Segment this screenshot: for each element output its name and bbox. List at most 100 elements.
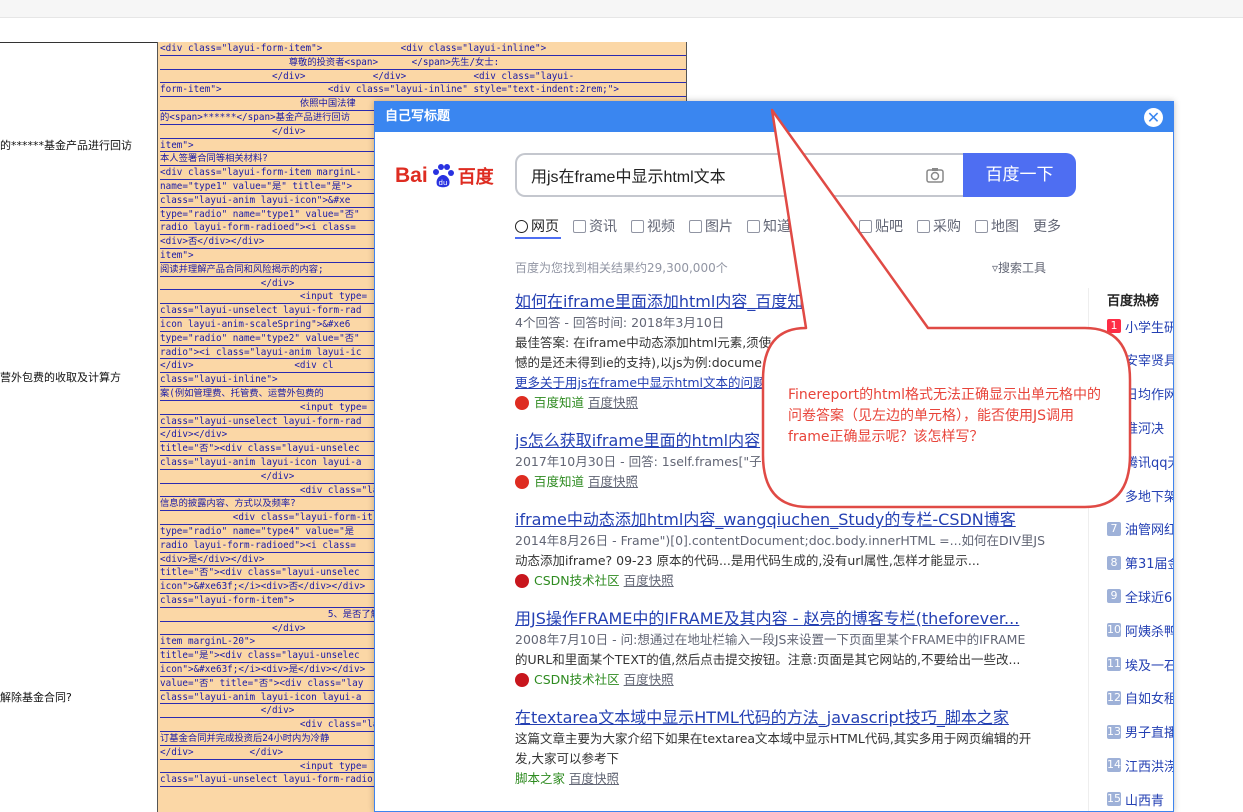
- search-box: [515, 153, 963, 197]
- hot-rank: 7: [1107, 521, 1121, 536]
- hot-list-item[interactable]: 1 小学生研: [1107, 316, 1174, 336]
- hot-label: 腾讯qq无: [1125, 455, 1173, 471]
- result-source: 百度知道 百度快照: [515, 472, 1055, 492]
- hot-label: 埃及一石: [1125, 658, 1174, 674]
- news-icon: [573, 219, 586, 233]
- tab-web[interactable]: 网页: [515, 216, 559, 236]
- hot-list-item[interactable]: 安宰贤具: [1107, 350, 1174, 370]
- hot-label: 男子直播: [1125, 726, 1174, 742]
- baidu-logo[interactable]: Bai du 百度: [395, 159, 494, 193]
- camera-icon[interactable]: [925, 165, 945, 185]
- tab-more[interactable]: 更多: [1033, 216, 1061, 236]
- hot-list-item[interactable]: 12 自如女租: [1107, 688, 1174, 708]
- hot-list-item[interactable]: 7 油管网红: [1107, 519, 1174, 539]
- tab-map[interactable]: 地图: [975, 216, 1019, 236]
- left-column: 的******基金产品进行回访 营外包费的收取及计算方 解除基金合同?: [0, 42, 157, 812]
- csdn-icon: [515, 574, 529, 588]
- close-icon[interactable]: ✕: [1144, 108, 1163, 127]
- search-result: iframe中动态添加html内容_wangqiuchen_Study的专栏-C…: [515, 509, 1055, 591]
- svg-text:du: du: [438, 179, 447, 187]
- tab-video[interactable]: 视频: [631, 216, 675, 236]
- hot-list-item[interactable]: 9 全球近6: [1107, 586, 1172, 606]
- hot-list-item[interactable]: 腾讯qq无: [1107, 451, 1173, 471]
- tab-hidden: [805, 216, 845, 236]
- search-button[interactable]: 百度一下: [963, 153, 1076, 197]
- hot-rank: 8: [1107, 555, 1121, 570]
- result-abstract: 最佳答案: 在iframe中动态添加html元素,须使: [515, 335, 772, 350]
- snapshot-link[interactable]: 百度快照: [624, 571, 674, 591]
- result-source: CSDN技术社区 百度快照: [515, 571, 1055, 591]
- csdn-icon: [515, 673, 529, 687]
- active-tab-underline: [515, 237, 561, 239]
- hot-rank: 12: [1107, 690, 1121, 705]
- snapshot-link[interactable]: 百度快照: [588, 393, 638, 413]
- result-count: 百度为您找到相关结果约29,300,000个: [515, 261, 728, 275]
- code-line: </div> </div> <div class="layui-: [160, 70, 686, 84]
- popup-title: 自己写标题: [375, 102, 1173, 132]
- search-result: 在textarea文本域中显示HTML代码的方法_javascript技巧_脚本…: [515, 707, 1055, 789]
- question-fragment: 营外包费的收取及计算方: [0, 371, 121, 384]
- result-abstract: 动态添加iframe? 09-23 原本的代码...是用代码生成的,没有url属…: [515, 553, 980, 568]
- hot-label: 淮河决: [1125, 421, 1165, 437]
- tab-image[interactable]: 图片: [689, 216, 733, 236]
- hot-list-item[interactable]: 多地下架: [1107, 485, 1174, 505]
- zhidao-icon: [515, 475, 529, 489]
- image-icon: [689, 219, 702, 233]
- hot-rank: 1: [1107, 319, 1121, 333]
- result-meta: 2014年8月26日 - Frame")[0].contentDocument;…: [515, 533, 1046, 548]
- code-line: <div class="layui-form-item"> <div class…: [160, 42, 686, 56]
- tab-zhidao[interactable]: 知道: [747, 216, 791, 236]
- result-abstract: 发,大家可以参考下: [515, 751, 619, 766]
- hot-rank: 14: [1107, 758, 1121, 773]
- tab-caigou[interactable]: 采购: [917, 216, 961, 236]
- paw-icon: du: [432, 164, 454, 188]
- result-title[interactable]: 如何在iframe里面添加html内容_百度知道: [515, 291, 1055, 313]
- search-tabs: 网页 资讯 视频 图片 知道 贴吧 采购 地图 更多: [515, 216, 1075, 236]
- hot-label: 自如女租: [1125, 692, 1174, 708]
- result-source: 脚本之家 百度快照: [515, 769, 1055, 789]
- hot-list-item[interactable]: 淮河决: [1107, 417, 1164, 437]
- top-toolbar: [0, 0, 1243, 18]
- search-icon: [515, 219, 528, 233]
- hot-rank: 11: [1107, 657, 1121, 671]
- result-meta: 4个回答 - 回答时间: 2018年3月10日: [515, 315, 725, 330]
- result-source: CSDN技术社区 百度快照: [515, 670, 1055, 690]
- hot-list-item[interactable]: 14 江西洪涝: [1107, 755, 1173, 775]
- hot-label: 油管网红: [1125, 523, 1174, 539]
- tab-news[interactable]: 资讯: [573, 216, 617, 236]
- snapshot-link[interactable]: 百度快照: [588, 472, 638, 492]
- hot-list-item[interactable]: 13 男子直播: [1107, 722, 1174, 742]
- result-title[interactable]: iframe中动态添加html内容_wangqiuchen_Study的专栏-C…: [515, 509, 1055, 531]
- hot-list-item[interactable]: 11 埃及一石: [1107, 654, 1174, 674]
- hot-label: 第31届金: [1125, 557, 1173, 573]
- search-input[interactable]: [531, 155, 921, 195]
- result-abstract: 憾的是还未得到ie的支持),以js为例:docume: [515, 355, 762, 370]
- hot-label: 阿姨杀鸭: [1125, 624, 1174, 640]
- hot-label: 多地下架: [1125, 489, 1174, 505]
- hot-list-item[interactable]: 8 第31届金: [1107, 553, 1173, 573]
- hot-list-item[interactable]: 10 阿姨杀鸭: [1107, 620, 1174, 640]
- result-title[interactable]: 在textarea文本域中显示HTML代码的方法_javascript技巧_脚本…: [515, 707, 1055, 729]
- result-abstract: 的URL和里面某个TEXT的值,然后点击提交按钮。注意:页面是其它网站的,不要给…: [515, 652, 1021, 667]
- logo-text-right: 百度: [457, 167, 494, 188]
- callout-text: Finereport的html格式无法正确显示出单元格中的问卷答案（见左边的单元…: [788, 387, 1102, 445]
- hot-list-title: 百度热榜: [1107, 294, 1160, 309]
- hot-list-item[interactable]: 15 山西青: [1107, 789, 1164, 809]
- question-fragment: 解除基金合同?: [0, 691, 72, 704]
- hot-label: 小学生研: [1125, 320, 1174, 336]
- tab-tieba[interactable]: 贴吧: [859, 216, 903, 236]
- hot-rank: 13: [1107, 724, 1121, 739]
- hot-label: 日均作网: [1125, 388, 1174, 404]
- result-meta: 2008年7月10日 - 问:想通过在地址栏输入一段JS来设置一下页面里某个FR…: [515, 632, 1026, 647]
- hot-list-item[interactable]: 日均作网: [1107, 384, 1174, 404]
- result-title[interactable]: 用JS操作FRAME中的IFRAME及其内容 - 赵亮的博客专栏(thefore…: [515, 608, 1055, 630]
- result-abstract: 这篇文章主要为大家介绍下如果在textarea文本域中显示HTML代码,其实多用…: [515, 731, 1032, 746]
- hot-label: 全球近6: [1125, 590, 1173, 606]
- search-tools-button[interactable]: ▿搜索工具: [992, 259, 1046, 276]
- hot-rank: 10: [1107, 623, 1121, 638]
- video-icon: [631, 219, 644, 233]
- snapshot-link[interactable]: 百度快照: [624, 670, 674, 690]
- question-fragment: 的******基金产品进行回访: [0, 139, 132, 152]
- hot-label: 安宰贤具: [1125, 354, 1174, 370]
- snapshot-link[interactable]: 百度快照: [569, 769, 619, 789]
